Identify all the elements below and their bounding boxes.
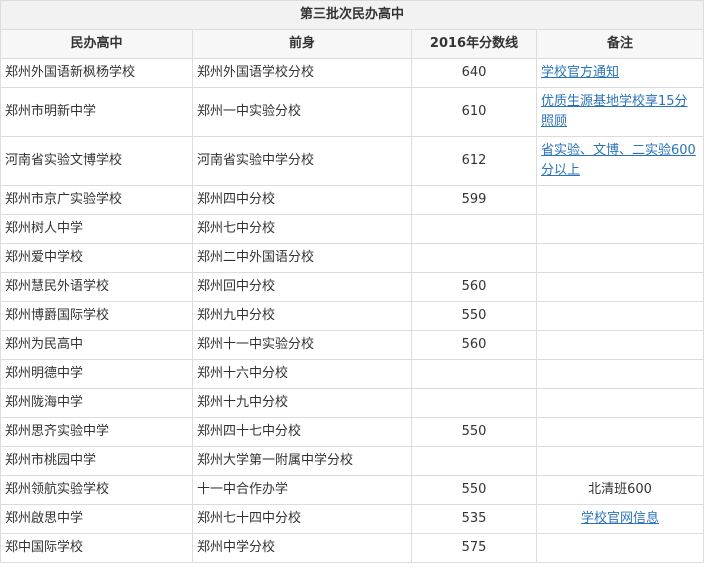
cell-note	[535, 243, 705, 273]
cell-note	[535, 446, 705, 476]
cell-school: 郑中国际学校	[0, 533, 193, 563]
cell-school: 郑州慧民外语学校	[0, 272, 193, 302]
cell-school: 郑州市明新中学	[0, 87, 193, 137]
header-former: 前身	[192, 29, 412, 59]
cell-school: 郑州市桃园中学	[0, 446, 193, 476]
cell-former: 河南省实验中学分校	[192, 136, 412, 186]
private-high-school-table: 第三批次民办高中 民办高中 前身 2016年分数线 备注 郑州外国语新枫杨学校 …	[0, 0, 705, 563]
table-title: 第三批次民办高中	[0, 0, 705, 30]
table-row: 郑州慧民外语学校 郑州回中分校 560	[0, 272, 705, 302]
table-title-row: 第三批次民办高中	[0, 0, 705, 30]
cell-note: 学校官方通知	[535, 58, 705, 88]
cell-score	[411, 214, 537, 244]
table-body: 郑州外国语新枫杨学校 郑州外国语学校分校 640 学校官方通知 郑州市明新中学 …	[0, 58, 705, 563]
table-row: 郑州树人中学 郑州七中分校	[0, 214, 705, 244]
cell-former: 郑州七中分校	[192, 214, 412, 244]
table-row: 郑州爱中学校 郑州二中外国语分校	[0, 243, 705, 273]
cell-score	[411, 446, 537, 476]
cell-note: 学校官网信息	[535, 504, 705, 534]
header-note: 备注	[535, 29, 705, 59]
cell-score: 560	[411, 330, 537, 360]
cell-score: 550	[411, 417, 537, 447]
table-row: 郑州明德中学 郑州十六中分校	[0, 359, 705, 389]
cell-former: 郑州中学分校	[192, 533, 412, 563]
cell-note	[535, 301, 705, 331]
table-row: 郑州市明新中学 郑州一中实验分校 610 优质生源基地学校享15分照顾	[0, 87, 705, 137]
cell-score	[411, 243, 537, 273]
cell-former: 郑州九中分校	[192, 301, 412, 331]
cell-former: 郑州一中实验分校	[192, 87, 412, 137]
table-row: 河南省实验文博学校 河南省实验中学分校 612 省实验、文博、二实验600分以上	[0, 136, 705, 186]
table-row: 郑州为民高中 郑州十一中实验分校 560	[0, 330, 705, 360]
cell-score: 575	[411, 533, 537, 563]
cell-school: 郑州明德中学	[0, 359, 193, 389]
cell-school: 郑州外国语新枫杨学校	[0, 58, 193, 88]
cell-score: 535	[411, 504, 537, 534]
cell-school: 郑州市京广实验学校	[0, 185, 193, 215]
cell-school: 河南省实验文博学校	[0, 136, 193, 186]
cell-note	[535, 359, 705, 389]
note-link[interactable]: 学校官网信息	[581, 511, 659, 526]
cell-former: 郑州十六中分校	[192, 359, 412, 389]
cell-score: 550	[411, 475, 537, 505]
cell-score: 612	[411, 136, 537, 186]
table-row: 郑州市京广实验学校 郑州四中分校 599	[0, 185, 705, 215]
cell-note: 省实验、文博、二实验600分以上	[535, 136, 705, 186]
table-row: 郑中国际学校 郑州中学分校 575	[0, 533, 705, 563]
cell-former: 郑州十一中实验分校	[192, 330, 412, 360]
note-link[interactable]: 学校官方通知	[541, 65, 619, 80]
table-row: 郑州博爵国际学校 郑州九中分校 550	[0, 301, 705, 331]
school-table-container: 第三批次民办高中 民办高中 前身 2016年分数线 备注 郑州外国语新枫杨学校 …	[0, 0, 705, 583]
note-link[interactable]: 省实验、文博、二实验600分以上	[541, 143, 696, 178]
cell-former: 郑州回中分校	[192, 272, 412, 302]
cell-score: 640	[411, 58, 537, 88]
cell-note	[535, 388, 705, 418]
cell-score: 550	[411, 301, 537, 331]
cell-former: 郑州四中分校	[192, 185, 412, 215]
header-score: 2016年分数线	[411, 29, 537, 59]
cell-score	[411, 388, 537, 418]
cell-note	[535, 272, 705, 302]
cell-former: 郑州十九中分校	[192, 388, 412, 418]
cell-note	[535, 185, 705, 215]
cell-school: 郑州爱中学校	[0, 243, 193, 273]
cell-note	[535, 417, 705, 447]
cell-former: 郑州七十四中分校	[192, 504, 412, 534]
cell-school: 郑州博爵国际学校	[0, 301, 193, 331]
cell-score: 610	[411, 87, 537, 137]
cell-former: 郑州二中外国语分校	[192, 243, 412, 273]
note-text: 北清班600	[588, 482, 652, 497]
table-row: 郑州外国语新枫杨学校 郑州外国语学校分校 640 学校官方通知	[0, 58, 705, 88]
cell-note	[535, 214, 705, 244]
cell-score	[411, 359, 537, 389]
table-row: 郑州领航实验学校 十一中合作办学 550 北清班600	[0, 475, 705, 505]
cell-former: 郑州四十七中分校	[192, 417, 412, 447]
cell-former: 郑州大学第一附属中学分校	[192, 446, 412, 476]
cell-note	[535, 533, 705, 563]
cell-school: 郑州啟思中学	[0, 504, 193, 534]
table-row: 郑州陇海中学 郑州十九中分校	[0, 388, 705, 418]
table-row: 郑州市桃园中学 郑州大学第一附属中学分校	[0, 446, 705, 476]
cell-school: 郑州树人中学	[0, 214, 193, 244]
header-school: 民办高中	[0, 29, 193, 59]
table-header-row: 民办高中 前身 2016年分数线 备注	[0, 29, 705, 59]
cell-note	[535, 330, 705, 360]
table-row: 郑州思齐实验中学 郑州四十七中分校 550	[0, 417, 705, 447]
cell-score: 599	[411, 185, 537, 215]
cell-note: 北清班600	[535, 475, 705, 505]
cell-note: 优质生源基地学校享15分照顾	[535, 87, 705, 137]
cell-school: 郑州领航实验学校	[0, 475, 193, 505]
cell-school: 郑州为民高中	[0, 330, 193, 360]
table-row: 郑州啟思中学 郑州七十四中分校 535 学校官网信息	[0, 504, 705, 534]
cell-school: 郑州思齐实验中学	[0, 417, 193, 447]
note-link[interactable]: 优质生源基地学校享15分照顾	[541, 94, 688, 129]
cell-school: 郑州陇海中学	[0, 388, 193, 418]
cell-score: 560	[411, 272, 537, 302]
cell-former: 十一中合作办学	[192, 475, 412, 505]
cell-former: 郑州外国语学校分校	[192, 58, 412, 88]
